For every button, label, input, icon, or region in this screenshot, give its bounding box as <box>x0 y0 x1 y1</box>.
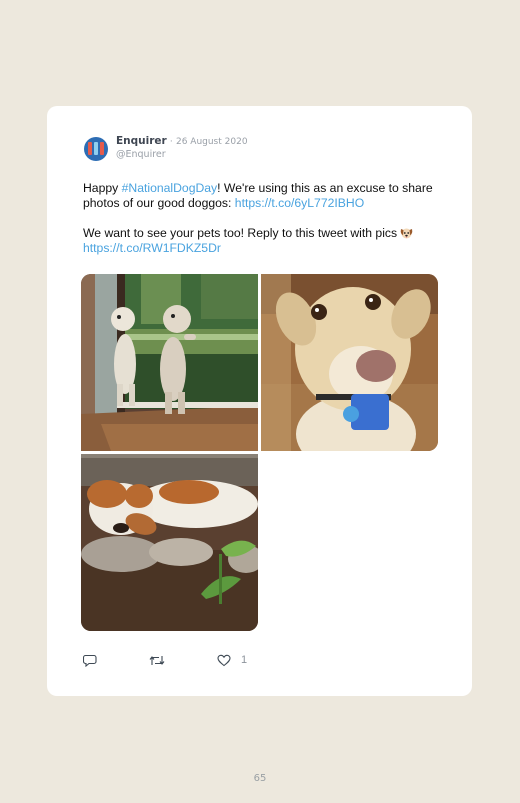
like-button[interactable]: 1 <box>217 650 247 670</box>
tweet-link-1[interactable]: https://t.co/6yL772IBHO <box>235 196 364 210</box>
media-grid <box>81 274 438 631</box>
tweet-link-2[interactable]: https://t.co/RW1FDKZ5Dr <box>83 241 221 255</box>
retweet-button[interactable] <box>149 650 165 670</box>
tweet-date[interactable]: 26 August 2020 <box>176 137 248 147</box>
tweet-header: Enquirer · 26 August 2020 <box>116 135 248 149</box>
author-handle[interactable]: @Enquirer <box>116 149 166 160</box>
author-name[interactable]: Enquirer <box>116 135 167 147</box>
reply-button[interactable] <box>83 650 97 670</box>
tweet-paragraph-2: We want to see your pets too! Reply to t… <box>83 226 443 256</box>
tweet-text: Happy #NationalDogDay! We're using this … <box>83 181 443 256</box>
like-count: 1 <box>241 654 248 666</box>
separator: · <box>169 137 173 147</box>
reply-icon <box>83 654 97 667</box>
dog-face-icon <box>401 228 413 239</box>
enquirer-logo-icon[interactable] <box>84 137 108 161</box>
page-number: 65 <box>253 773 267 784</box>
dogs-at-window-photo[interactable] <box>81 274 258 451</box>
heart-icon <box>217 654 231 666</box>
dog-closeup-photo[interactable] <box>261 274 438 451</box>
dog-lying-in-dirt-photo[interactable] <box>81 454 258 631</box>
tweet-actions: 1 <box>83 650 283 670</box>
tweet-paragraph-1: Happy #NationalDogDay! We're using this … <box>83 181 443 211</box>
text-segment: Happy <box>83 181 122 195</box>
hashtag-link[interactable]: #NationalDogDay <box>122 181 218 195</box>
text-segment: We want to see your pets too! Reply to t… <box>83 226 401 240</box>
retweet-icon <box>149 655 165 665</box>
tweet-card: Enquirer · 26 August 2020 @Enquirer Happ… <box>47 106 472 696</box>
